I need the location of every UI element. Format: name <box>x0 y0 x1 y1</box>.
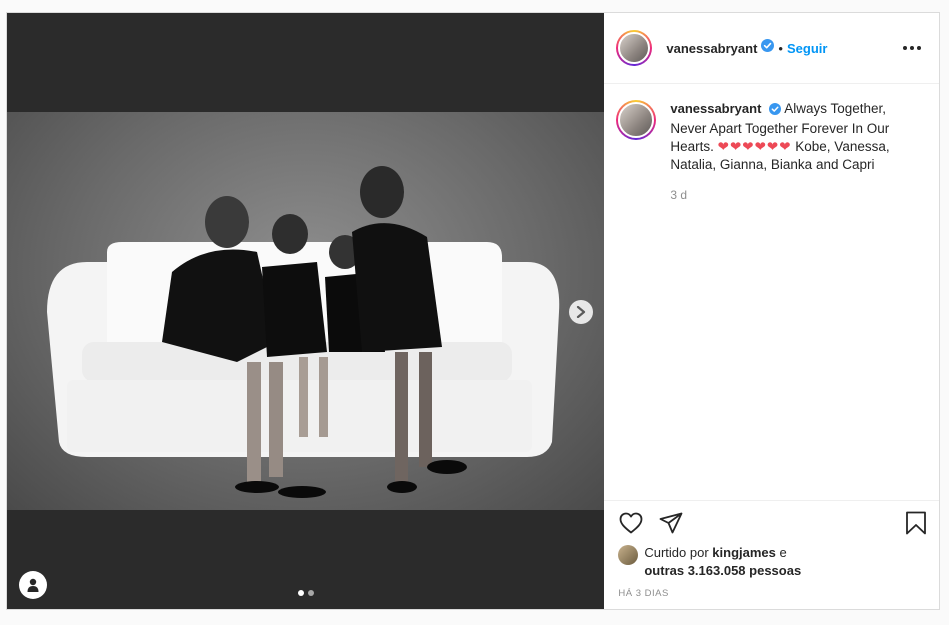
author-avatar[interactable] <box>616 30 653 66</box>
chevron-right-icon <box>576 306 586 318</box>
caption-timestamp[interactable]: 3 d <box>670 186 910 204</box>
follow-button[interactable]: Seguir <box>787 41 827 56</box>
carousel-dot-active <box>298 590 304 596</box>
tagged-users-button[interactable] <box>19 571 47 599</box>
post-media <box>7 13 605 609</box>
action-bar <box>604 500 939 544</box>
caption-hearts: ❤❤❤❤❤❤ <box>717 139 792 154</box>
post-card: vanessabryant • Seguir vanessabryant Alw… <box>6 12 940 610</box>
post-date[interactable]: HÁ 3 DIAS <box>604 580 939 609</box>
like-button[interactable] <box>618 510 644 536</box>
caption-username[interactable]: vanessabryant <box>670 101 761 116</box>
liker-avatar <box>618 545 639 565</box>
post-header: vanessabryant • Seguir <box>604 13 939 84</box>
likes-summary: Curtido por kingjames e outras 3.163.058… <box>604 544 939 580</box>
share-button[interactable] <box>658 510 684 536</box>
carousel-indicator <box>298 590 314 596</box>
comments-area: vanessabryant Always Together, Never Apa… <box>604 84 939 500</box>
paper-plane-icon <box>659 512 683 533</box>
liker-username[interactable]: kingjames <box>712 545 776 560</box>
save-button[interactable] <box>903 510 929 536</box>
carousel-dot <box>308 590 314 596</box>
bookmark-icon <box>906 511 926 534</box>
post-photo[interactable] <box>7 112 605 510</box>
carousel-next-button[interactable] <box>569 300 593 324</box>
post-sidebar: vanessabryant • Seguir vanessabryant Alw… <box>604 13 939 609</box>
likes-text: Curtido por kingjames e outras 3.163.058… <box>644 544 801 580</box>
heart-outline-icon <box>619 512 643 533</box>
likes-conjunction: e <box>779 545 787 560</box>
author-username[interactable]: vanessabryant <box>666 41 757 56</box>
family-photo-illustration <box>47 166 560 498</box>
header-separator: • <box>778 40 783 56</box>
likes-others-link[interactable]: outras 3.163.058 pessoas <box>644 563 801 578</box>
verified-badge-icon <box>761 39 775 57</box>
more-options-icon[interactable] <box>899 42 925 54</box>
likes-prefix: Curtido por <box>644 545 709 560</box>
verified-badge-icon <box>769 102 782 120</box>
caption: vanessabryant Always Together, Never Apa… <box>670 100 910 484</box>
user-tag-icon <box>27 578 39 592</box>
caption-author-avatar[interactable] <box>616 100 657 140</box>
